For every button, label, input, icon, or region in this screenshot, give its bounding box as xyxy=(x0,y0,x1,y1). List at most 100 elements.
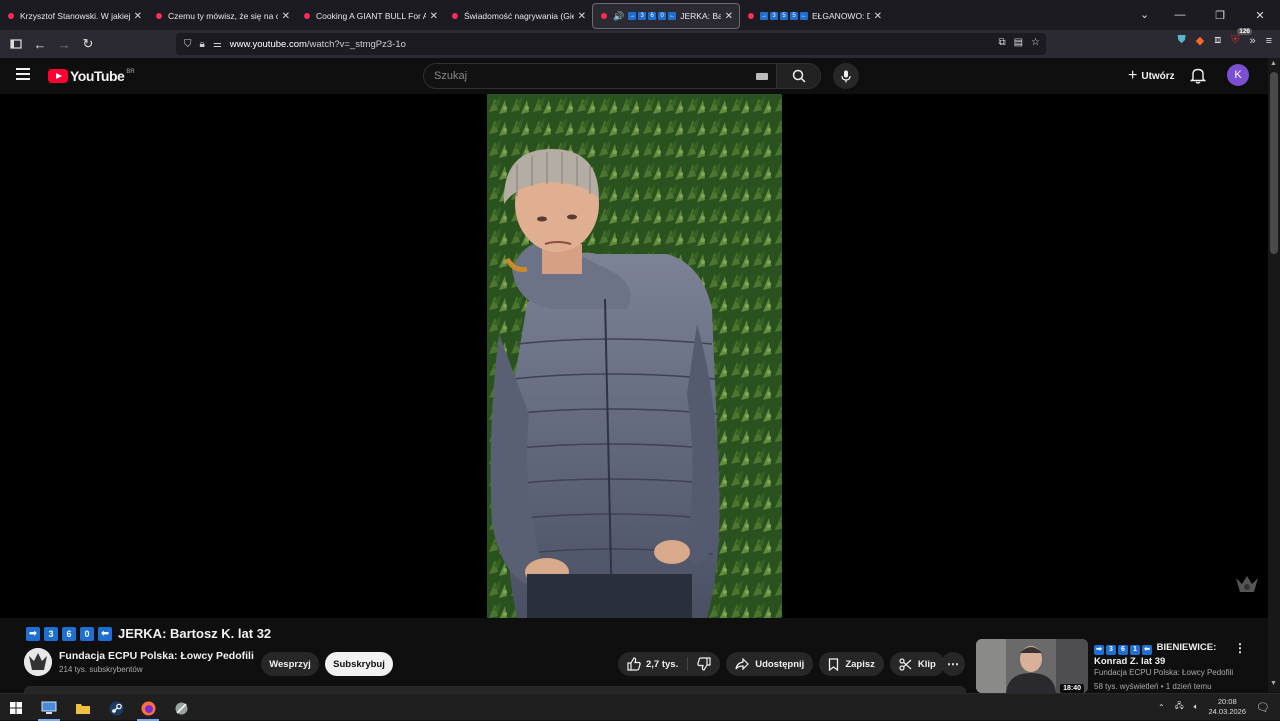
browser-tab[interactable]: Cooking A GIANT BULL For A G ✕ xyxy=(296,3,444,29)
steam-icon[interactable] xyxy=(103,697,129,719)
browser-tab-active[interactable]: 🔊 → 3 6 0 ← JERKA: Barto ✕ xyxy=(592,3,740,29)
tray-overflow-chevron-icon[interactable]: ⌃ xyxy=(1158,703,1165,712)
channel-watermark-icon[interactable] xyxy=(1234,574,1260,596)
browser-tab[interactable]: Krzysztof Stanowski. W jakiej sy ✕ xyxy=(0,3,148,29)
search-box xyxy=(423,63,821,89)
channel-avatar[interactable] xyxy=(24,648,52,676)
subscribe-button[interactable]: Subskrybuj xyxy=(325,652,393,676)
search-input[interactable] xyxy=(424,70,756,82)
more-actions-icon[interactable]: ⋯ xyxy=(941,652,965,676)
related-video-item[interactable]: 18:40 ➡ 3 6 1 ⬅ BIENIEWICE: Konrad Z. lat 39… xyxy=(976,639,1266,693)
save-label: Zapisz xyxy=(845,658,875,670)
country-code: BR xyxy=(126,68,135,75)
guide-menu-icon[interactable] xyxy=(16,68,30,80)
notifications-icon[interactable]: 🗨︎ xyxy=(1256,701,1270,714)
youtube-logo[interactable]: YouTube BR xyxy=(48,68,135,84)
taskbar-clock[interactable]: 20:08 24.03.2026 xyxy=(1208,697,1246,717)
title-badge: 6 xyxy=(62,626,76,641)
forward-icon[interactable]: → xyxy=(52,32,76,56)
tab-title: Krzysztof Stanowski. W jakiej sy xyxy=(20,11,130,21)
ublock-icon[interactable]: ⛨ 126 xyxy=(1231,28,1253,47)
taskbar-app-remote-icon[interactable] xyxy=(36,697,62,721)
restore-icon[interactable]: ❐ xyxy=(1200,9,1240,22)
volume-icon[interactable]: 🔈︎ xyxy=(1194,702,1199,712)
share-button[interactable]: Udostępnij xyxy=(726,652,814,676)
lock-icon[interactable]: 🔒︎ xyxy=(200,39,205,50)
create-button[interactable]: + Utwórz xyxy=(1118,63,1185,89)
browser-tab[interactable]: → 3 5 5 ← EŁGANOWO: D ✕ xyxy=(740,3,888,29)
title-badge: ➡ xyxy=(1094,644,1104,655)
clip-button[interactable]: Klip xyxy=(889,652,945,676)
network-icon[interactable]: 🖧︎ xyxy=(1175,700,1184,714)
vpn-shield-icon[interactable]: ⛊ xyxy=(1177,34,1185,47)
dislike-button[interactable] xyxy=(688,652,720,676)
video-frame[interactable] xyxy=(487,94,782,618)
browser-tab[interactable]: Świadomość nagrywania (Giełd ✕ xyxy=(444,3,592,29)
tab-badge: → xyxy=(628,12,637,20)
tab-close-icon[interactable]: ✕ xyxy=(874,11,882,22)
tab-close-icon[interactable]: ✕ xyxy=(578,11,586,22)
extensions-puzzle-icon[interactable]: ⧈ xyxy=(1214,34,1221,47)
picture-in-picture-icon[interactable]: ⧉ xyxy=(998,37,1005,48)
tab-badges: → 3 6 0 ← xyxy=(628,12,677,20)
search-button[interactable] xyxy=(776,64,820,88)
related-video-thumbnail[interactable]: 18:40 xyxy=(976,639,1088,693)
back-icon[interactable]: ← xyxy=(28,32,52,56)
thumbs-down-icon xyxy=(697,657,711,671)
taskbar-app-icon[interactable] xyxy=(168,697,194,719)
notifications-bell-icon[interactable] xyxy=(1189,67,1207,89)
channel-info: Fundacja ECPU Polska: Łowcy Pedofili 214… xyxy=(24,648,254,676)
scroll-up-arrow-icon[interactable]: ▲ xyxy=(1270,60,1277,67)
title-badge: 3 xyxy=(1106,644,1116,655)
tab-close-icon[interactable]: ✕ xyxy=(282,11,290,22)
browser-tab[interactable]: Czemu ty mówisz, że się na ciebi ✕ xyxy=(148,3,296,29)
logo-wordmark: YouTube xyxy=(70,68,125,84)
account-avatar[interactable]: K xyxy=(1227,64,1249,86)
bookmark-star-icon[interactable]: ☆ xyxy=(1031,37,1040,48)
url-bar[interactable]: ⛉ 🔒︎ ⚌ www.youtube.com/watch?v=_stmgPz3-… xyxy=(176,33,1046,55)
like-button[interactable]: 2,7 tys. xyxy=(618,652,687,676)
app-menu-icon[interactable]: ≡ xyxy=(1266,35,1272,47)
tab-close-icon[interactable]: ✕ xyxy=(134,11,142,22)
tab-close-icon[interactable]: ✕ xyxy=(430,11,438,22)
tab-badge: ← xyxy=(800,12,808,20)
share-icon xyxy=(735,658,750,670)
tab-close-icon[interactable]: ✕ xyxy=(725,11,733,22)
firefox-extension-icon[interactable]: ◆ xyxy=(1196,34,1204,47)
video-duration: 18:40 xyxy=(1060,684,1084,693)
related-video-title[interactable]: ➡ 3 6 1 ⬅ BIENIEWICE: Konrad Z. lat 39 xyxy=(1094,641,1234,668)
sidebar-toggle-icon[interactable] xyxy=(4,32,28,56)
reader-view-icon[interactable]: ▤ xyxy=(1014,37,1023,48)
overflow-chevron-icon[interactable]: » xyxy=(1249,35,1255,47)
video-player[interactable] xyxy=(0,94,1268,618)
save-button[interactable]: Zapisz xyxy=(819,652,884,676)
firefox-icon[interactable] xyxy=(135,697,161,721)
scroll-down-arrow-icon[interactable]: ▼ xyxy=(1270,680,1277,687)
clip-label: Klip xyxy=(917,658,936,670)
minimize-icon[interactable]: — xyxy=(1160,9,1200,21)
page-scrollbar[interactable]: ▲ ▼ xyxy=(1268,58,1280,692)
keyboard-icon[interactable] xyxy=(756,72,768,80)
permissions-icon[interactable]: ⚌ xyxy=(213,39,222,50)
title-badge: ➡ xyxy=(26,626,40,641)
thumbs-up-icon xyxy=(627,657,641,671)
scissors-icon xyxy=(899,657,912,671)
scrollbar-thumb[interactable] xyxy=(1270,72,1278,254)
create-label: Utwórz xyxy=(1141,70,1175,82)
windows-taskbar: ⌃ 🖧︎ 🔈︎ 20:08 24.03.2026 🗨︎ xyxy=(0,693,1280,721)
close-window-icon[interactable]: ✕ xyxy=(1240,9,1280,22)
title-badge: ⬅ xyxy=(1142,644,1152,655)
support-button[interactable]: Wesprzyj xyxy=(261,652,319,676)
kebab-menu-icon[interactable]: ⋮ xyxy=(1234,641,1246,655)
tab-title: Cooking A GIANT BULL For A G xyxy=(316,11,426,21)
voice-search-button[interactable] xyxy=(833,63,859,89)
list-all-tabs-icon[interactable]: ⌄ xyxy=(1140,8,1149,21)
tracking-shield-icon[interactable]: ⛉ xyxy=(184,39,192,50)
reload-icon[interactable]: ↻ xyxy=(76,32,100,56)
speaker-icon[interactable]: 🔊 xyxy=(613,11,624,22)
channel-name[interactable]: Fundacja ECPU Polska: Łowcy Pedofili xyxy=(59,650,254,662)
tab-badge: 3 xyxy=(770,12,778,20)
windows-start-icon[interactable] xyxy=(3,697,29,719)
file-explorer-icon[interactable] xyxy=(70,697,96,719)
url-host: www.youtube.com xyxy=(229,38,307,50)
